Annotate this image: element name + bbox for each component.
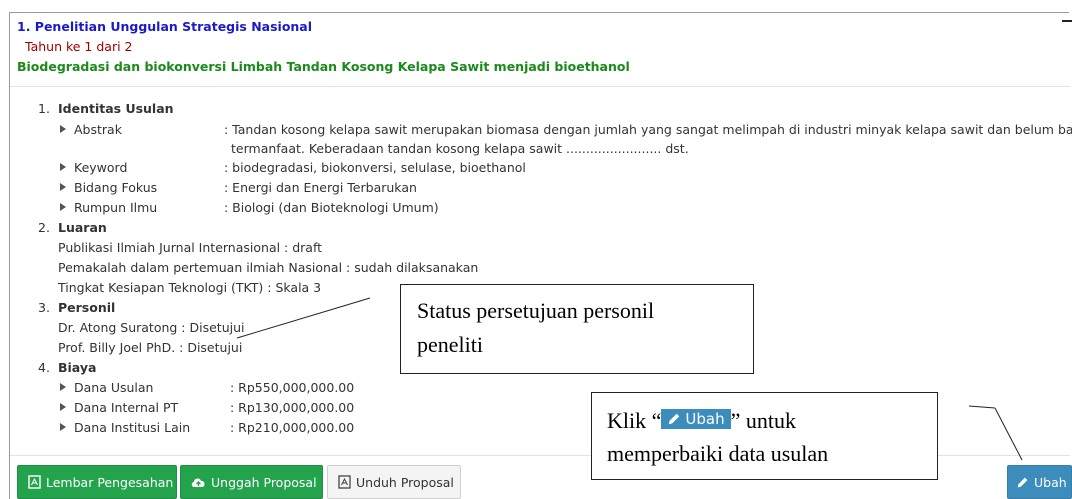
ubah-pointer-line-top — [968, 405, 996, 409]
inline-ubah-button: Ubah — [661, 409, 731, 429]
file-pdf-icon — [28, 475, 41, 489]
ubah-button[interactable]: Ubah — [1007, 465, 1072, 499]
annotation-text: memperbaiki data usulan — [607, 441, 829, 466]
annotation-text: Status persetujuan personil — [417, 298, 655, 323]
file-pdf-icon — [338, 475, 351, 489]
ubah-annotation: Klik “Ubah” untuk memperbaiki data usula… — [591, 392, 938, 480]
annotation-text: peneliti — [417, 332, 483, 357]
pencil-icon — [1016, 476, 1029, 489]
personil-annotation: Status persetujuan personil peneliti — [400, 284, 754, 374]
ubah-pointer-line — [994, 407, 1023, 461]
unggah-proposal-button[interactable]: Unggah Proposal — [180, 465, 323, 499]
cloud-upload-icon — [191, 476, 206, 489]
annotation-text: Klik “Ubah” untuk — [607, 408, 796, 433]
unduh-proposal-button[interactable]: Unduh Proposal — [327, 465, 461, 499]
personil-pointer-line — [236, 297, 371, 339]
pencil-icon — [669, 413, 680, 425]
lembar-pengesahan-button[interactable]: Lembar Pengesahan — [17, 465, 177, 499]
